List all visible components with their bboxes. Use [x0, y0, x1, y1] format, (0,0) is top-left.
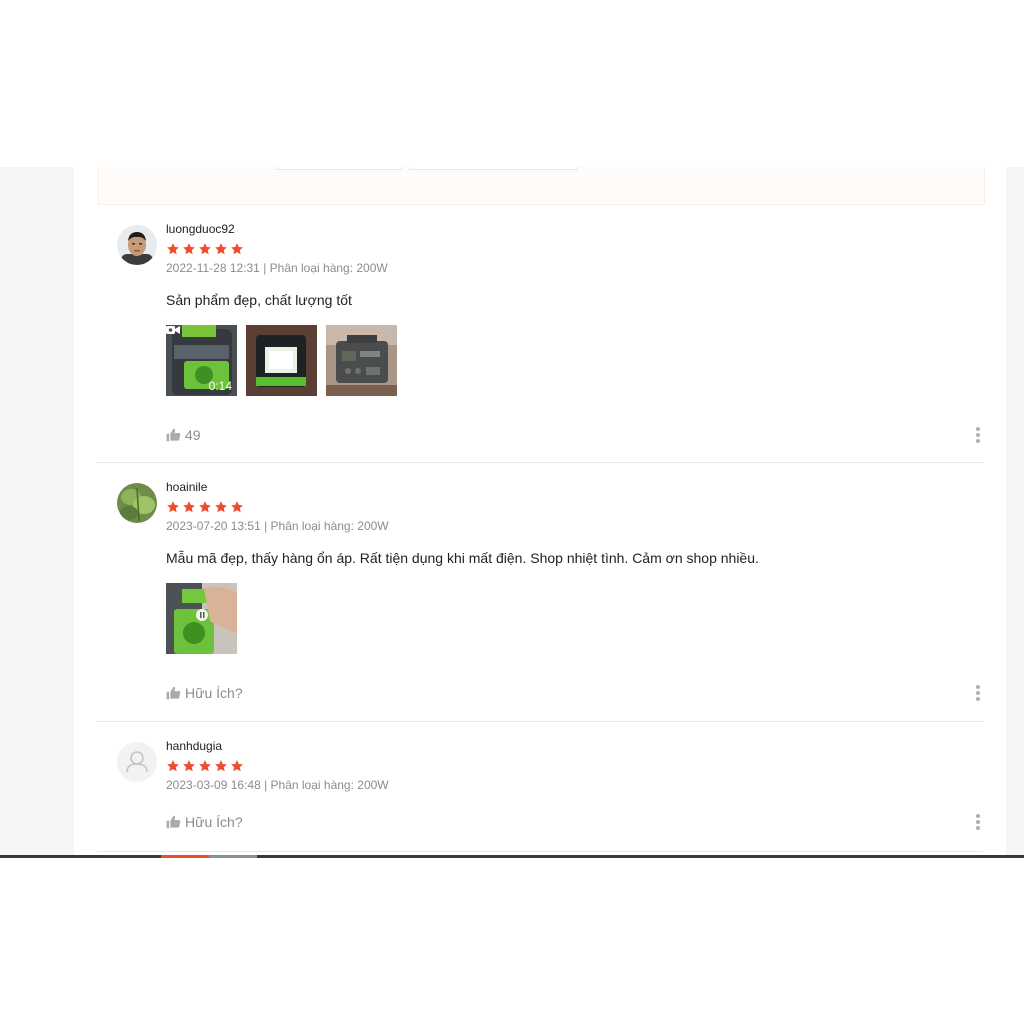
more-options-button[interactable] — [976, 685, 980, 703]
review-content: hanhdugia 2023-03-09 16:48 | Phân loại h… — [166, 739, 983, 792]
star-icon — [231, 760, 243, 772]
review-username[interactable]: luongduoc92 — [166, 222, 983, 236]
star-icon — [199, 243, 211, 255]
video-camera-icon — [166, 326, 180, 334]
review-username[interactable]: hanhdugia — [166, 739, 983, 753]
more-vertical-icon — [976, 427, 980, 431]
reviews-viewport: luongduoc92 2022-11-28 12:31 | Phân loại… — [0, 167, 1024, 857]
review-content: luongduoc92 2022-11-28 12:31 | Phân loại… — [166, 222, 983, 396]
thumbs-up-icon — [166, 815, 181, 829]
tab-indicator — [209, 855, 257, 858]
rating-filter-box — [98, 167, 985, 205]
review-video-thumbnail[interactable]: 0:14 — [166, 325, 237, 396]
review-image-thumbnail[interactable] — [246, 325, 317, 396]
user-photo-icon — [117, 483, 157, 523]
avatar[interactable] — [117, 742, 157, 782]
like-button[interactable]: 49 — [166, 427, 201, 443]
more-options-button[interactable] — [976, 427, 980, 445]
star-icon — [231, 501, 243, 513]
helpful-button[interactable]: Hữu Ích? — [166, 685, 243, 701]
video-duration: 0:14 — [208, 379, 232, 393]
user-photo-icon — [117, 225, 157, 265]
star-icon — [199, 501, 211, 513]
star-icon — [167, 501, 179, 513]
review-text: Sản phẩm đẹp, chất lượng tốt — [166, 292, 352, 308]
user-icon — [126, 751, 148, 773]
review-content: hoainile 2023-07-20 13:51 | Phân loại hà… — [166, 480, 983, 654]
review-text: Mẫu mã đẹp, thấy hàng ổn áp. Rất tiện dụ… — [166, 550, 759, 566]
viewport-bottom-border — [0, 855, 1024, 858]
more-options-button[interactable] — [976, 814, 980, 832]
review-username[interactable]: hoainile — [166, 480, 983, 494]
star-rating — [166, 759, 983, 775]
star-icon — [215, 760, 227, 772]
review-video-thumbnail[interactable] — [166, 583, 237, 654]
review-meta: 2022-11-28 12:31 | Phân loại hàng: 200W — [166, 261, 388, 275]
star-icon — [183, 501, 195, 513]
reviews-panel: luongduoc92 2022-11-28 12:31 | Phân loại… — [74, 167, 1006, 857]
review-image-thumbnail[interactable] — [326, 325, 397, 396]
thumbs-up-icon — [166, 428, 181, 442]
star-icon — [167, 243, 179, 255]
review-meta: 2023-03-09 16:48 | Phân loại hàng: 200W — [166, 778, 389, 792]
star-icon — [215, 243, 227, 255]
tab-indicator-active — [161, 855, 209, 858]
star-icon — [199, 760, 211, 772]
filter-chip[interactable] — [276, 167, 402, 170]
review-media: 0:14 — [166, 325, 983, 396]
more-vertical-icon — [976, 685, 980, 689]
review-media — [166, 583, 983, 654]
more-vertical-icon — [976, 814, 980, 818]
thumbs-up-icon — [166, 686, 181, 700]
avatar[interactable] — [117, 483, 157, 523]
helpful-button[interactable]: Hữu Ích? — [166, 814, 243, 830]
like-count: 49 — [185, 427, 201, 443]
helpful-label: Hữu Ích? — [185, 814, 243, 830]
star-icon — [167, 760, 179, 772]
star-icon — [215, 501, 227, 513]
review-item: hoainile 2023-07-20 13:51 | Phân loại hà… — [97, 463, 983, 722]
review-item: hanhdugia 2023-03-09 16:48 | Phân loại h… — [97, 722, 983, 852]
star-icon — [231, 243, 243, 255]
review-item: luongduoc92 2022-11-28 12:31 | Phân loại… — [97, 205, 983, 463]
helpful-label: Hữu Ích? — [185, 685, 243, 701]
star-icon — [183, 243, 195, 255]
filter-chip[interactable] — [409, 167, 577, 170]
avatar[interactable] — [117, 225, 157, 265]
star-icon — [183, 760, 195, 772]
star-rating — [166, 242, 983, 258]
review-meta: 2023-07-20 13:51 | Phân loại hàng: 200W — [166, 519, 389, 533]
star-rating — [166, 500, 983, 516]
